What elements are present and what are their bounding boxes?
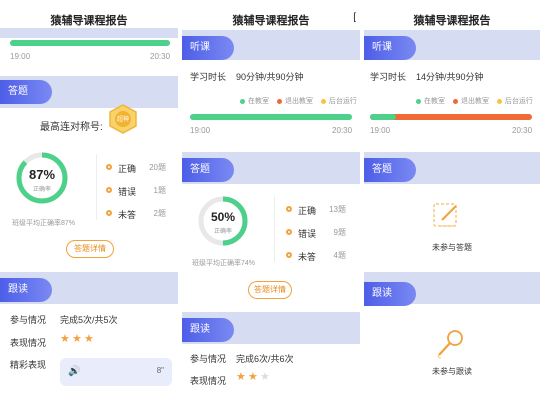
accuracy-label: 正确率 xyxy=(32,187,51,193)
streak-title-label: 最高连对称号: xyxy=(40,122,103,133)
legend-in-class: 在教室 xyxy=(424,98,445,105)
divider xyxy=(96,154,97,220)
section-band xyxy=(0,28,178,38)
stat-bullet xyxy=(286,206,292,212)
participation-value: 完成6次/共6次 xyxy=(236,354,294,364)
accuracy-value: 87% xyxy=(28,167,56,182)
study-time-label: 学习时长 xyxy=(370,72,407,82)
star-filled-icon: ★ xyxy=(60,333,70,345)
answer-details-button[interactable]: 答题详情 xyxy=(248,281,292,299)
legend-dot-left-class xyxy=(276,98,282,104)
bar-end-time: 20:30 xyxy=(512,126,533,135)
stat-correct-count: 13题 xyxy=(329,205,346,214)
stat-unanswered-label: 未答 xyxy=(118,210,137,220)
accuracy-label: 正确率 xyxy=(213,229,232,235)
attendance-bar xyxy=(190,114,352,120)
study-time-label: 学习时长 xyxy=(190,72,227,82)
accuracy-value: 50% xyxy=(210,210,236,224)
answer-section-header: 答题 xyxy=(0,80,52,104)
attendance-legend: 在教室 退出教室 后台运行 xyxy=(416,96,533,106)
divider xyxy=(274,196,275,262)
performance-label: 表现情况 xyxy=(190,376,227,386)
study-time-value: 14分钟/共90分钟 xyxy=(416,72,484,82)
follow-read-section-header: 跟读 xyxy=(364,282,416,306)
bar-end-time: 20:30 xyxy=(150,52,171,61)
highlight-label: 精彩表现 xyxy=(10,360,47,370)
participation-label: 参与情况 xyxy=(190,354,227,364)
audio-player[interactable]: 🔊 8" xyxy=(60,358,172,386)
stat-wrong-count: 9题 xyxy=(333,228,346,237)
performance-label: 表现情况 xyxy=(10,338,47,348)
participation-value: 完成5次/共5次 xyxy=(60,315,118,325)
attendance-legend: 在教室 退出教室 后台运行 xyxy=(240,96,357,106)
legend-left-class: 退出教室 xyxy=(460,98,489,105)
follow-read-section-header: 跟读 xyxy=(182,318,234,342)
legend-in-class: 在教室 xyxy=(248,98,269,105)
attendance-bar xyxy=(10,40,170,46)
stat-correct-label: 正确 xyxy=(298,206,317,216)
star-filled-icon: ★ xyxy=(236,371,246,383)
bar-start-time: 19:00 xyxy=(370,126,391,135)
star-filled-icon: ★ xyxy=(84,333,94,345)
stat-correct-label: 正确 xyxy=(118,164,137,174)
legend-left-class: 退出教室 xyxy=(284,98,313,105)
no-follow-read-text: 未参与跟读 xyxy=(432,367,472,376)
bar-end-time: 20:30 xyxy=(332,126,353,135)
stat-bullet xyxy=(106,187,112,193)
star-filled-icon: ★ xyxy=(248,371,258,383)
bar-start-time: 19:00 xyxy=(190,126,211,135)
attendance-bar-fill xyxy=(370,114,396,120)
badge-text: 超神 xyxy=(116,117,129,123)
stat-wrong-count: 1题 xyxy=(153,186,166,195)
star-empty-icon: ★ xyxy=(260,371,270,383)
answer-section-header: 答题 xyxy=(364,158,416,182)
medal-icon: 超神 xyxy=(108,104,138,136)
answer-details-button[interactable]: 答题详情 xyxy=(66,240,114,258)
report-panel-2: 猿辅导课程报告 [ 听课 学习时长 90分钟/共90分钟 在教室 退出教室 后台… xyxy=(182,0,360,400)
stat-bullet xyxy=(286,252,292,258)
attendance-bar-fill xyxy=(10,40,170,46)
menu-icon[interactable]: [ xyxy=(353,12,356,23)
legend-dot-left-class xyxy=(452,98,458,104)
class-average: 班级平均正确率74% xyxy=(192,260,256,267)
class-average: 班级平均正确率87% xyxy=(12,220,76,227)
answer-section-header: 答题 xyxy=(182,158,234,182)
legend-dot-background xyxy=(496,98,502,104)
legend-dot-background xyxy=(320,98,326,104)
report-panel-3: 猿辅导课程报告 听课 学习时长 14分钟/共90分钟 在教室 退出教室 后台运行… xyxy=(364,0,540,400)
stat-unanswered-count: 2题 xyxy=(153,209,166,218)
stat-unanswered-count: 4题 xyxy=(333,251,346,260)
legend-dot-in-class xyxy=(416,98,421,104)
stat-unanswered-label: 未答 xyxy=(298,252,317,262)
legend-dot-in-class xyxy=(240,98,245,104)
participation-label: 参与情况 xyxy=(10,315,47,325)
stat-wrong-label: 错误 xyxy=(298,229,317,239)
speaker-icon: 🔊 xyxy=(68,366,81,377)
pencil-note-icon xyxy=(430,200,464,235)
stat-correct-count: 20题 xyxy=(149,163,166,172)
page-title: 猿辅导课程报告 xyxy=(50,15,128,27)
microphone-icon xyxy=(434,328,466,365)
stat-bullet xyxy=(286,229,292,235)
legend-background: 后台运行 xyxy=(504,98,533,105)
star-filled-icon: ★ xyxy=(72,333,82,345)
study-time-value: 90分钟/共90分钟 xyxy=(236,72,304,82)
legend-background: 后台运行 xyxy=(328,98,357,105)
no-answer-text: 未参与答题 xyxy=(432,243,472,252)
follow-read-section-header: 跟读 xyxy=(0,278,52,302)
stat-bullet xyxy=(106,210,112,216)
stat-bullet xyxy=(106,164,112,170)
audio-duration: 8" xyxy=(156,366,164,375)
listen-section-header: 听课 xyxy=(182,36,234,60)
bar-start-time: 19:00 xyxy=(10,52,31,61)
stat-wrong-label: 错误 xyxy=(118,187,137,197)
attendance-bar-fill xyxy=(190,114,352,120)
page-title: 猿辅导课程报告 xyxy=(413,15,491,27)
listen-section-header: 听课 xyxy=(364,36,416,60)
page-title: 猿辅导课程报告 xyxy=(232,15,310,27)
attendance-bar xyxy=(370,114,532,120)
report-panel-1: 猿辅导课程报告 19:00 20:30 答题 最高连对称号: 超神 87% 正确… xyxy=(0,0,178,400)
